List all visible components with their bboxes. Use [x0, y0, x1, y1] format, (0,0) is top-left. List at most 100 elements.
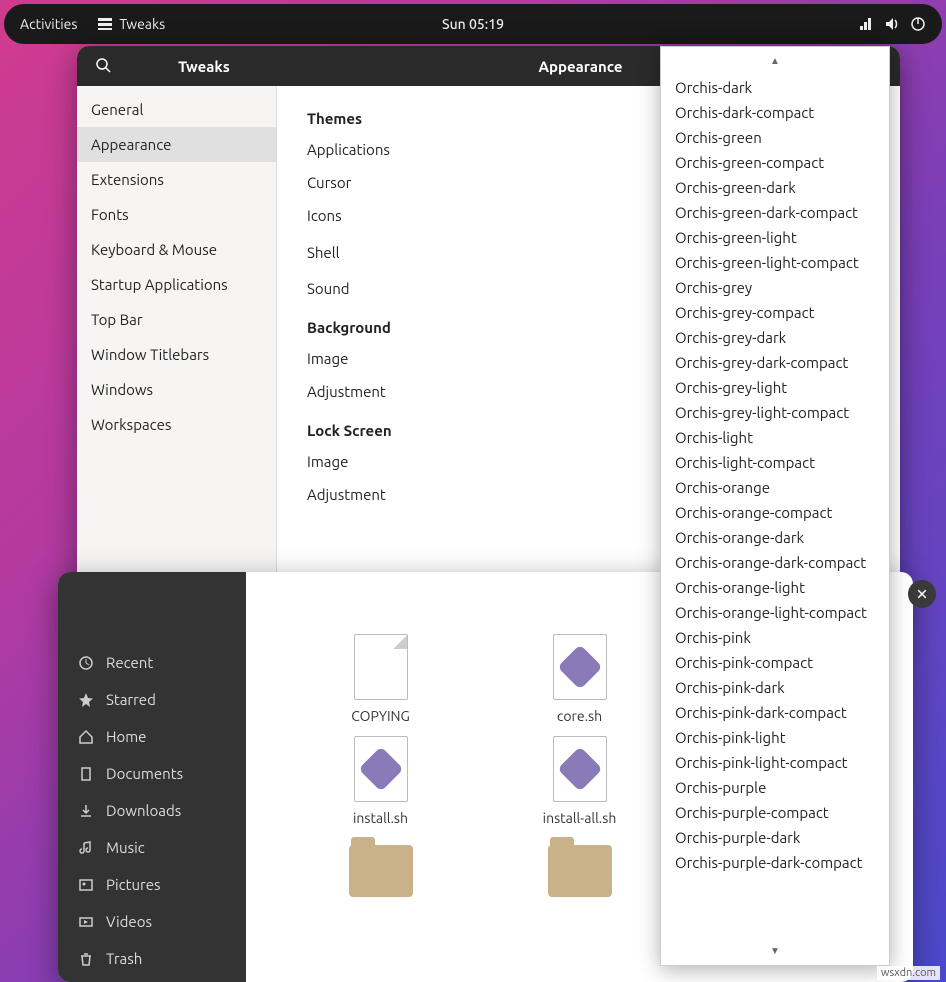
file-item[interactable]: install-all.sh	[485, 734, 674, 826]
row-applications[interactable]: Applications	[307, 141, 390, 158]
file-item[interactable]	[286, 836, 475, 912]
top-bar: Activities Tweaks Sun 05:19	[4, 4, 942, 44]
dropdown-item[interactable]: Orchis-light	[661, 425, 889, 450]
volume-icon[interactable]	[884, 16, 900, 32]
dropdown-item[interactable]: Orchis-pink-compact	[661, 650, 889, 675]
file-item[interactable]: install.sh	[286, 734, 475, 826]
tweaks-icon	[97, 16, 113, 32]
dropdown-item[interactable]: Orchis-grey-light-compact	[661, 400, 889, 425]
dropdown-item[interactable]: Orchis-pink	[661, 625, 889, 650]
files-sidebar-documents[interactable]: Documents	[58, 755, 246, 792]
dropdown-item[interactable]: Orchis-light-compact	[661, 450, 889, 475]
dropdown-item[interactable]: Orchis-orange-compact	[661, 500, 889, 525]
sidebar-item-workspaces[interactable]: Workspaces	[77, 407, 276, 442]
dropdown-item[interactable]: Orchis-green-light-compact	[661, 250, 889, 275]
dropdown-item[interactable]: Orchis-grey-light	[661, 375, 889, 400]
power-icon[interactable]	[910, 16, 926, 32]
dropdown-item[interactable]: Orchis-orange-dark	[661, 525, 889, 550]
files-sidebar-label: Downloads	[106, 802, 181, 819]
sidebar-item-keyboard-mouse[interactable]: Keyboard & Mouse	[77, 232, 276, 267]
files-sidebar-videos[interactable]: Videos	[58, 903, 246, 940]
script-icon	[349, 734, 413, 804]
dropdown-item[interactable]: Orchis-orange-dark-compact	[661, 550, 889, 575]
app-menu-label: Tweaks	[119, 16, 165, 32]
sidebar-item-windows[interactable]: Windows	[77, 372, 276, 407]
row-bg-adjustment[interactable]: Adjustment	[307, 383, 386, 400]
sidebar-item-appearance[interactable]: Appearance	[77, 127, 276, 162]
row-cursor[interactable]: Cursor	[307, 174, 351, 191]
script-icon	[548, 734, 612, 804]
dropdown-item[interactable]: Orchis-grey	[661, 275, 889, 300]
dropdown-item[interactable]: Orchis-orange-light	[661, 575, 889, 600]
dropdown-item[interactable]: Orchis-pink-light-compact	[661, 750, 889, 775]
network-icon[interactable]	[858, 16, 874, 32]
dropdown-item[interactable]: Orchis-grey-dark-compact	[661, 350, 889, 375]
dropdown-item[interactable]: Orchis-green-dark-compact	[661, 200, 889, 225]
files-sidebar-trash[interactable]: Trash	[58, 940, 246, 977]
dropdown-item[interactable]: Orchis-purple-compact	[661, 800, 889, 825]
home-icon	[78, 729, 94, 745]
folder-icon	[548, 836, 612, 906]
tweaks-sidebar: GeneralAppearanceExtensionsFontsKeyboard…	[77, 86, 277, 634]
dropdown-item[interactable]: Orchis-dark-compact	[661, 100, 889, 125]
doc-icon	[349, 632, 413, 702]
files-sidebar-label: Home	[106, 728, 146, 745]
row-lock-image[interactable]: Image	[307, 453, 348, 470]
files-sidebar-home[interactable]: Home	[58, 718, 246, 755]
scroll-down[interactable]: ▼	[661, 937, 889, 965]
dropdown-item[interactable]: Orchis-pink-dark	[661, 675, 889, 700]
dropdown-item[interactable]: Orchis-grey-compact	[661, 300, 889, 325]
dropdown-item[interactable]: Orchis-purple-dark	[661, 825, 889, 850]
dropdown-item[interactable]: Orchis-green-dark	[661, 175, 889, 200]
app-menu[interactable]: Tweaks	[97, 16, 165, 32]
dropdown-item[interactable]: Orchis-green-compact	[661, 150, 889, 175]
activities-button[interactable]: Activities	[20, 16, 77, 32]
dropdown-item[interactable]: Orchis-purple-dark-compact	[661, 850, 889, 875]
files-sidebar-recent[interactable]: Recent	[58, 644, 246, 681]
file-item[interactable]: core.sh	[485, 632, 674, 724]
sidebar-item-extensions[interactable]: Extensions	[77, 162, 276, 197]
sidebar-item-window-titlebars[interactable]: Window Titlebars	[77, 337, 276, 372]
sidebar-item-fonts[interactable]: Fonts	[77, 197, 276, 232]
script-icon	[548, 632, 612, 702]
files-sidebar-label: Trash	[106, 950, 142, 967]
dropdown-item[interactable]: Orchis-pink-light	[661, 725, 889, 750]
dropdown-item[interactable]: Orchis-grey-dark	[661, 325, 889, 350]
row-bg-image[interactable]: Image	[307, 350, 348, 367]
sidebar-item-startup-applications[interactable]: Startup Applications	[77, 267, 276, 302]
file-label: install-all.sh	[543, 810, 617, 826]
trash-icon	[78, 951, 94, 967]
dropdown-item[interactable]: Orchis-purple	[661, 775, 889, 800]
row-shell: Shell	[307, 244, 340, 261]
dropdown-item[interactable]: Orchis-green	[661, 125, 889, 150]
files-sidebar-music[interactable]: Music	[58, 829, 246, 866]
video-icon	[78, 914, 94, 930]
row-sound[interactable]: Sound	[307, 280, 350, 297]
files-sidebar-pictures[interactable]: Pictures	[58, 866, 246, 903]
clock-icon	[78, 655, 94, 671]
files-sidebar-downloads[interactable]: Downloads	[58, 792, 246, 829]
file-item[interactable]: COPYING	[286, 632, 475, 724]
row-icons[interactable]: Icons	[307, 207, 342, 224]
row-lock-adjustment[interactable]: Adjustment	[307, 486, 386, 503]
file-label: COPYING	[351, 708, 410, 724]
dropdown-item[interactable]: Orchis-dark	[661, 75, 889, 100]
document-icon	[78, 766, 94, 782]
dropdown-item[interactable]: Orchis-orange	[661, 475, 889, 500]
dropdown-item[interactable]: Orchis-orange-light-compact	[661, 600, 889, 625]
scroll-up[interactable]: ▲	[661, 47, 889, 75]
dropdown-item[interactable]: Orchis-pink-dark-compact	[661, 700, 889, 725]
watermark: wsxdn.com	[877, 966, 940, 980]
music-icon	[78, 840, 94, 856]
theme-dropdown[interactable]: ▲ Orchis-darkOrchis-dark-compactOrchis-g…	[660, 46, 890, 966]
sidebar-item-top-bar[interactable]: Top Bar	[77, 302, 276, 337]
file-item[interactable]	[485, 836, 674, 912]
file-label: core.sh	[557, 708, 602, 724]
files-close-button[interactable]	[908, 580, 936, 608]
files-sidebar-label: Recent	[106, 654, 153, 671]
sidebar-item-general[interactable]: General	[77, 92, 276, 127]
files-sidebar-starred[interactable]: Starred	[58, 681, 246, 718]
search-button[interactable]	[89, 51, 119, 81]
dropdown-item[interactable]: Orchis-green-light	[661, 225, 889, 250]
clock[interactable]: Sun 05:19	[442, 16, 504, 32]
